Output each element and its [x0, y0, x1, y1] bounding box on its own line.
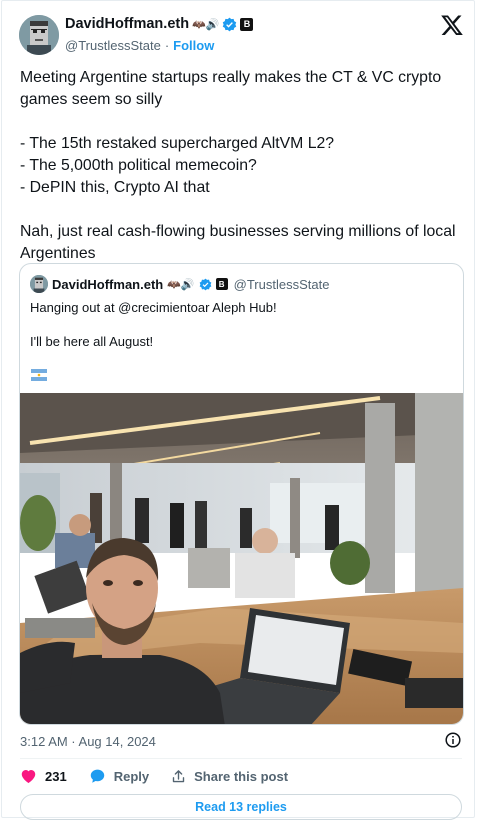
read-replies-button[interactable]: Read 13 replies — [20, 794, 462, 820]
quoted-header: DavidHoffman.eth 🦇🔊 B @TrustlessState — [30, 275, 329, 293]
tweet-closing: Nah, just real cash-flowing businesses s… — [20, 223, 456, 262]
quoted-line: I'll be here all August! — [30, 334, 154, 349]
quoted-handle: @TrustlessState — [233, 276, 330, 292]
tweet-text: Meeting Argentine startups really makes … — [20, 67, 466, 265]
action-bar: 231 Reply Share this post — [20, 767, 288, 785]
tweet-timestamp[interactable]: 3:12 AM · Aug 14, 2024 — [20, 734, 156, 749]
divider — [20, 758, 462, 759]
tweet-bullet: - The 5,000th political memecoin? — [20, 157, 257, 174]
affiliate-badge: B — [215, 278, 228, 290]
info-icon[interactable] — [445, 732, 461, 748]
affiliate-badge: B — [240, 17, 254, 31]
share-label: Share this post — [194, 768, 289, 784]
follow-button[interactable]: Follow — [173, 38, 214, 53]
heart-icon — [21, 769, 36, 784]
quoted-photo[interactable] — [20, 393, 463, 725]
quoted-text: Hanging out at @crecimientoar Aleph Hub!… — [30, 299, 455, 367]
share-icon — [172, 769, 185, 782]
quoted-display-name: DavidHoffman.eth — [52, 276, 164, 292]
tweet-bullet: - DePIN this, Crypto AI that — [20, 179, 210, 196]
quoted-tweet[interactable]: DavidHoffman.eth 🦇🔊 B @TrustlessState Ha… — [19, 263, 464, 725]
quoted-line: Hanging out at @crecimientoar Aleph Hub! — [30, 300, 277, 315]
author-handle-row: @TrustlessState · Follow — [65, 38, 214, 53]
quoted-avatar — [30, 275, 48, 293]
tweet-paragraph: Meeting Argentine startups really makes … — [20, 69, 442, 108]
like-count: 231 — [45, 768, 67, 784]
handle-separator: · — [164, 38, 170, 53]
tweet-card: DavidHoffman.eth 🦇🔊 B @TrustlessState · … — [1, 0, 475, 820]
author-name-emojis: 🦇🔊 — [192, 18, 220, 31]
like-button[interactable]: 231 — [20, 768, 67, 784]
reply-bubble-icon — [90, 769, 104, 783]
author-name-row: DavidHoffman.eth 🦇🔊 B — [65, 16, 254, 32]
verified-icon — [223, 17, 237, 31]
share-button[interactable]: Share this post — [171, 769, 288, 784]
quoted-name-emojis: 🦇🔊 — [167, 278, 195, 291]
reply-button[interactable]: Reply — [89, 768, 149, 784]
author-handle[interactable]: @TrustlessState — [65, 38, 161, 53]
author-display-name[interactable]: DavidHoffman.eth — [65, 16, 189, 32]
x-logo-icon[interactable] — [440, 13, 464, 37]
tweet-bullet: - The 15th restaked supercharged AltVM L… — [20, 135, 335, 152]
argentina-flag-icon — [31, 369, 47, 381]
author-avatar[interactable] — [19, 15, 59, 55]
reply-label: Reply — [113, 768, 150, 784]
verified-icon — [199, 278, 211, 290]
